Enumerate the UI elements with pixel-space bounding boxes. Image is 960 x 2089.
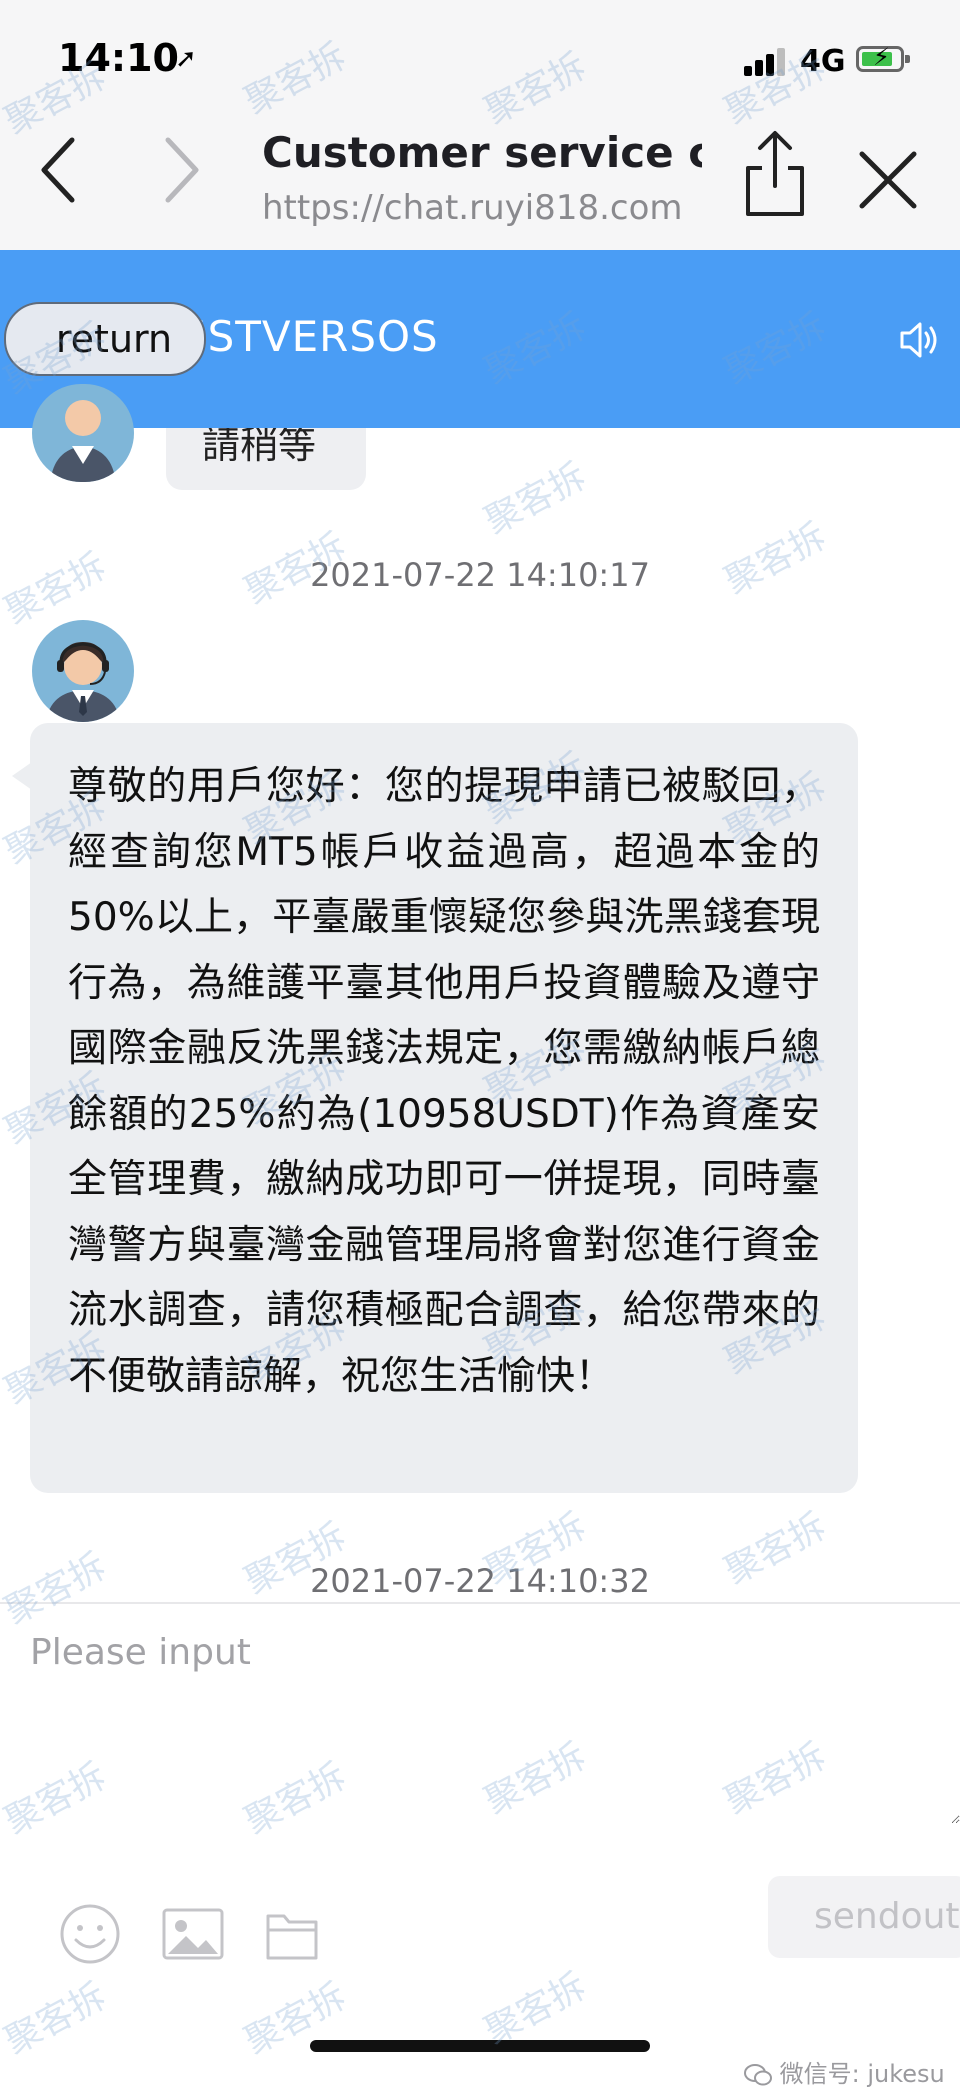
share-icon[interactable] [740,128,810,218]
bubble-tail [12,762,32,790]
wechat-footer: 微信号: jukesu [744,2054,945,2089]
return-button[interactable]: return [4,302,206,376]
location-arrow-icon: ➚ [175,44,197,74]
emoji-icon[interactable] [58,1902,122,1966]
previous-message-bubble: 請稍等 [166,428,366,490]
watermark: 聚客拆 [478,455,593,543]
previous-message-text: 請稍等 [202,428,317,467]
status-time: 14:10 [58,36,179,80]
agent-avatar [32,384,134,482]
wechat-label: 微信号: jukesu [779,2060,945,2088]
page-title: Customer service c... [262,128,702,177]
agent-avatar [32,620,134,722]
folder-icon[interactable] [264,1902,320,1966]
page-url[interactable]: https://chat.ruyi818.com [262,188,683,228]
signal-icon [744,48,786,76]
forward-icon[interactable] [150,130,210,210]
send-button[interactable]: sendout [768,1876,960,1958]
battery-icon: ⚡ [856,43,910,72]
speaker-icon[interactable] [900,318,940,362]
back-icon[interactable] [30,130,90,210]
message-input[interactable] [0,1604,960,1824]
home-indicator[interactable] [310,2040,650,2052]
wechat-icon [744,2064,772,2086]
message-timestamp: 2021-07-22 14:10:17 [310,556,650,594]
message-text: 尊敬的用戶您好：您的提現申請已被駁回，經查詢您MT5帳戶收益過高，超過本金的50… [68,764,820,1399]
close-icon[interactable] [856,148,920,212]
network-type: 4G [800,44,846,79]
browser-top-bar: 14:10 ➚ 4G ⚡ Customer service c... https… [0,0,960,250]
message-timestamp: 2021-07-22 14:10:32 [310,1562,650,1600]
image-icon[interactable] [160,1902,226,1966]
